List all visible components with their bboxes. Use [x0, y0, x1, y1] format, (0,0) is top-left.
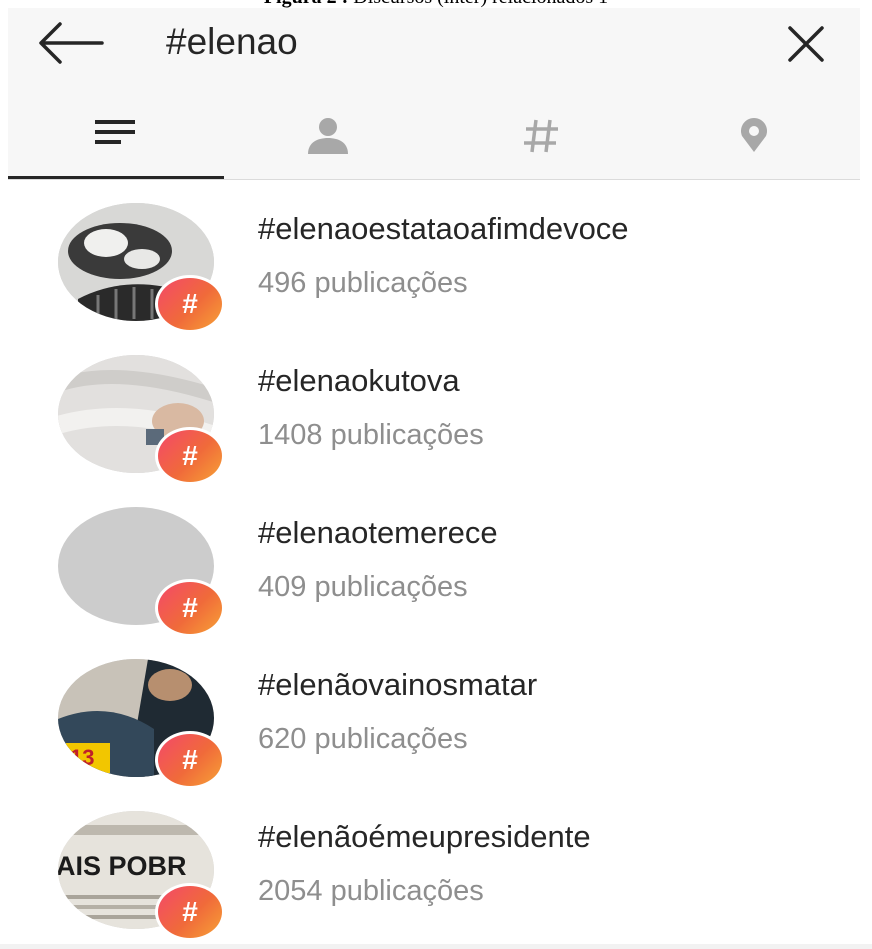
hashtag-icon [523, 119, 558, 153]
figure-caption-label: Figura 2 : [264, 0, 348, 8]
figure-caption: Figura 2 : Discursos (inter) relacionado… [0, 0, 872, 8]
post-count: 620 publicações [258, 723, 468, 755]
hashtag-badge-icon: # [155, 579, 225, 637]
hashtag-name: #elenãovainosmatar [258, 667, 538, 702]
hashtag-badge-icon: # [155, 275, 225, 333]
figure-caption-text: Discursos (inter) relacionados 1 [348, 0, 608, 8]
back-button[interactable] [36, 20, 106, 66]
list-item[interactable]: # #elenaotemerece 409 publicações [0, 499, 872, 639]
search-tabs [8, 96, 860, 180]
hashtag-name: #elenaoestataoafimdevoce [258, 211, 629, 246]
clear-search-button[interactable] [784, 22, 828, 66]
thumbnail-number: 13 [70, 745, 94, 770]
search-input[interactable]: #elenao [166, 16, 726, 68]
tab-places[interactable] [647, 96, 860, 180]
post-count: 1408 publicações [258, 419, 484, 451]
hashtag-name: #elenaokutova [258, 363, 460, 398]
header-divider [8, 179, 860, 180]
search-header: #elenao [8, 8, 860, 180]
tab-accounts[interactable] [221, 96, 434, 180]
post-count: 409 publicações [258, 571, 468, 603]
list-icon [94, 120, 135, 144]
hashtag-badge-icon: # [155, 427, 225, 485]
list-item[interactable]: # #elenaokutova 1408 publicações [0, 347, 872, 487]
tab-top[interactable] [8, 96, 221, 180]
list-item[interactable]: AIS POBR # #elenãoémeupresidente 2054 pu… [0, 803, 872, 943]
thumbnail-headline: AIS POBR [58, 851, 187, 881]
list-item[interactable]: # #elenaoestataoafimdevoce 496 publicaçõ… [0, 195, 872, 335]
location-pin-icon [740, 118, 767, 152]
hashtag-badge-icon: # [155, 883, 225, 941]
post-count: 2054 publicações [258, 875, 484, 907]
arrow-left-icon [39, 22, 104, 64]
post-count: 496 publicações [258, 267, 468, 299]
hashtag-badge-icon: # [155, 731, 225, 789]
close-icon [788, 26, 824, 62]
bottom-divider [0, 944, 872, 949]
person-icon [307, 118, 348, 154]
list-item[interactable]: 13 # #elenãovainosmatar 620 publicações [0, 651, 872, 791]
hashtag-name: #elenãoémeupresidente [258, 819, 591, 854]
hashtag-name: #elenaotemerece [258, 515, 498, 550]
tab-tags[interactable] [434, 96, 647, 180]
